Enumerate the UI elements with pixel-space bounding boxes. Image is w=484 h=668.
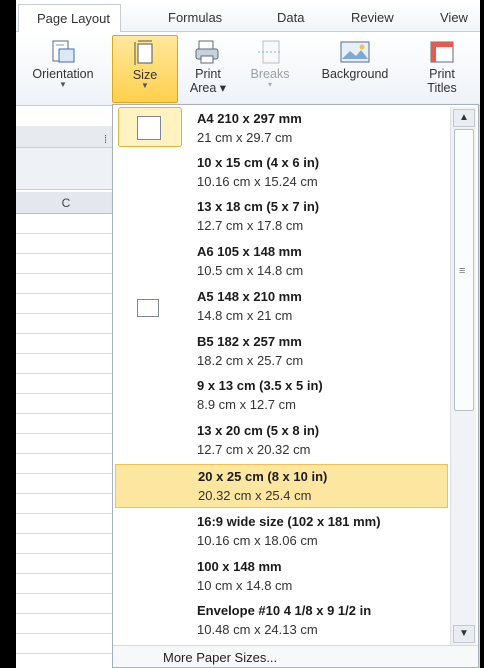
scroll-down-button[interactable]: ▼ [453,625,475,643]
ribbon-tabs: Page Layout Formulas Data Review View [16,0,480,33]
size-name: 20 x 25 cm (8 x 10 in) [198,469,328,484]
tab-view[interactable]: View [440,10,468,25]
grip-icon: ≡ [459,265,466,277]
orientation-label: Orientation [32,67,94,81]
tab-page-layout[interactable]: Page Layout [18,4,122,33]
more-paper-sizes-label: More Paper Sizes... [163,650,278,665]
left-black-border [0,0,16,668]
size-option-20x25-hovered[interactable]: 20 x 25 cm (8 x 10 in) 20.32 cm x 25.4 c… [115,464,448,508]
cell-grid[interactable] [16,214,116,668]
size-icon [134,40,153,65]
size-option-9x13[interactable]: 9 x 13 cm (3.5 x 5 in) 8.9 cm x 12.7 cm [115,374,448,418]
more-paper-sizes-item[interactable]: More Paper Sizes... [113,645,478,667]
size-option-10x15[interactable]: 10 x 15 cm (4 x 6 in) 10.16 cm x 15.24 c… [115,151,448,195]
size-dimensions: 8.9 cm x 12.7 cm [197,397,296,412]
chevron-down-icon: ▾ [267,80,272,89]
size-option-a6[interactable]: A6 105 x 148 mm 10.5 cm x 14.8 cm [115,240,448,284]
tab-review[interactable]: Review [351,10,394,25]
print-titles-icon [430,41,454,63]
background-icon [340,41,370,63]
size-option-16-9-wide[interactable]: 16:9 wide size (102 x 181 mm) 10.16 cm x… [115,510,448,554]
size-option-100x148[interactable]: 100 x 148 mm 10 cm x 14.8 cm [115,555,448,599]
tab-formulas[interactable]: Formulas [168,10,222,25]
print-area-icon [195,40,219,64]
tab-data[interactable]: Data [277,10,304,25]
formula-bar [16,126,116,148]
page-icon [137,299,159,317]
size-dimensions: 12.7 cm x 20.32 cm [197,442,311,457]
formula-bar-expanded [16,148,116,190]
chevron-down-icon: ▼ [59,80,67,89]
size-dimensions: 10 cm x 14.8 cm [197,578,293,593]
size-option-a5[interactable]: A5 148 x 210 mm 14.8 cm x 21 cm [115,285,448,329]
orientation-icon [52,40,75,63]
size-option-13x20[interactable]: 13 x 20 cm (5 x 8 in) 12.7 cm x 20.32 cm [115,419,448,463]
page-icon [137,116,161,140]
toolbar-separator: ⁞ [104,134,108,146]
size-dimensions: 12.7 cm x 17.8 cm [197,218,304,233]
size-dimensions: 10.5 cm x 14.8 cm [197,263,304,278]
size-label: Size [132,68,158,82]
background-label: Background [321,67,389,81]
size-option-envelope-10[interactable]: Envelope #10 4 1/8 x 9 1/2 in 10.48 cm x… [115,599,448,643]
size-dimensions: 14.8 cm x 21 cm [197,308,293,323]
worksheet-area: ⁞ C [16,106,116,668]
background-button[interactable]: Background [306,35,404,103]
size-dimensions: 10.16 cm x 18.06 cm [197,533,318,548]
size-dimensions: 10.48 cm x 24.13 cm [197,622,318,637]
size-name: 10 x 15 cm (4 x 6 in) [197,155,320,170]
size-name: 16:9 wide size (102 x 181 mm) [197,514,381,529]
print-titles-button[interactable]: Print Titles [412,35,472,103]
breaks-icon [258,40,282,64]
ribbon-page-setup: Orientation ▼ Size ▼ Print Area ▾ Breaks… [16,32,480,106]
size-dimensions: 20.32 cm x 25.4 cm [198,488,312,503]
size-dimensions: 18.2 cm x 25.7 cm [197,353,304,368]
print-area-button[interactable]: Print Area ▾ [182,35,234,103]
print-area-label-1: Print [195,67,221,81]
orientation-button[interactable]: Orientation ▼ [20,35,106,103]
size-dimensions: 21 cm x 29.7 cm [197,130,293,145]
size-name: Envelope #10 4 1/8 x 9 1/2 in [197,603,372,618]
chevron-down-icon: ▼ [141,81,149,90]
print-titles-label-2: Titles [427,81,457,95]
scroll-thumb[interactable]: ≡ [454,129,474,411]
breaks-button[interactable]: Breaks ▾ [242,35,298,103]
size-option-a4[interactable]: A4 210 x 297 mm 21 cm x 29.7 cm [115,107,448,151]
right-black-border [480,0,484,668]
size-name: A5 148 x 210 mm [197,289,302,304]
size-name: 9 x 13 cm (3.5 x 5 in) [197,378,323,393]
size-option-13x18[interactable]: 13 x 18 cm (5 x 7 in) 12.7 cm x 17.8 cm [115,195,448,239]
size-name: 13 x 20 cm (5 x 8 in) [197,423,320,438]
paper-size-dropdown: A4 210 x 297 mm 21 cm x 29.7 cm 10 x 15 … [112,104,479,668]
breaks-label: Breaks [250,67,290,81]
size-name: 13 x 18 cm (5 x 7 in) [197,199,320,214]
print-titles-label-1: Print [429,67,455,81]
size-name: 100 x 148 mm [197,559,282,574]
scroll-up-button[interactable]: ▲ [453,109,475,127]
size-dimensions: 10.16 cm x 15.24 cm [197,174,318,189]
size-name: A4 210 x 297 mm [197,111,302,126]
size-option-b5[interactable]: B5 182 x 257 mm 18.2 cm x 25.7 cm [115,330,448,374]
gallery-scrollbar[interactable]: ▲ ≡ ▼ [450,107,476,645]
print-area-label-2: Area ▾ [189,81,227,95]
column-header-c[interactable]: C [16,192,116,214]
size-button[interactable]: Size ▼ [112,35,178,103]
size-name: A6 105 x 148 mm [197,244,302,259]
size-name: B5 182 x 257 mm [197,334,302,349]
